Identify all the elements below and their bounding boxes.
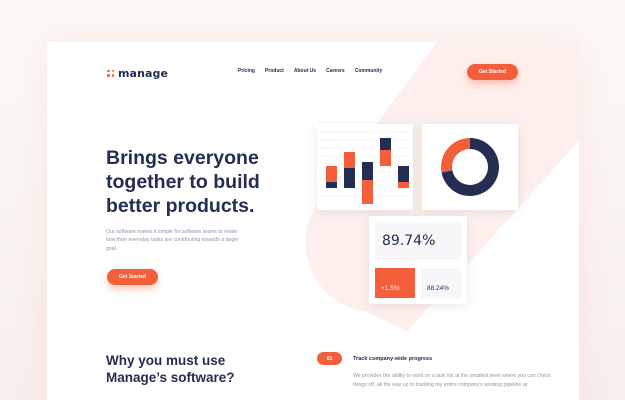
feature-description: We provides the ability to work on a tas…: [353, 373, 551, 388]
bar-segment: [362, 180, 373, 204]
bar-segment: [362, 162, 373, 180]
nav-link-pricing[interactable]: Pricing: [238, 68, 255, 74]
bar-segment: [398, 182, 409, 188]
why-title-line: Manage’s software?: [106, 370, 235, 385]
landing-page: manage Pricing Product About Us Careers …: [0, 0, 625, 400]
logo-text: manage: [118, 66, 169, 80]
stat-delta-value: +1.5%: [375, 268, 415, 298]
nav-link-about-us[interactable]: About Us: [294, 68, 316, 74]
nav-link-product[interactable]: Product: [265, 68, 284, 74]
stat-main-value: 89.74%: [375, 222, 461, 260]
hero-description: Our software makes it simple for softwar…: [106, 229, 239, 252]
hero-get-started-button[interactable]: Get Started: [107, 269, 158, 285]
bar-segment: [326, 182, 337, 188]
nav-link-careers[interactable]: Careers: [326, 68, 345, 74]
page-frame: manage Pricing Product About Us Careers …: [47, 42, 579, 400]
bar-chart-card: [317, 124, 413, 210]
stats-card: 89.74% +1.5% 88.24%: [369, 216, 467, 304]
stat-secondary-value: 88.24%: [421, 268, 461, 298]
bar-chart-illustration: [321, 131, 409, 204]
bar-segment: [344, 168, 355, 188]
nav-link-community[interactable]: Community: [355, 68, 383, 74]
donut-segment-secondary: [441, 138, 470, 173]
bar-segment: [380, 150, 391, 166]
logo[interactable]: manage: [107, 66, 168, 80]
header-get-started-button[interactable]: Get Started: [467, 64, 518, 80]
bar-segment: [326, 166, 337, 182]
feature-title: Track company-wide progress: [353, 356, 433, 362]
hero-title-line: better products.: [106, 195, 255, 217]
donut-chart-card: [422, 124, 518, 210]
bar-segment: [380, 138, 391, 150]
hero-title-line: together to build: [106, 171, 260, 193]
feature-number-badge: 01: [317, 352, 342, 365]
why-section-title: Why you must use Manage’s software?: [106, 352, 296, 386]
why-title-line: Why you must use: [106, 353, 226, 368]
bar-segment: [344, 152, 355, 168]
site-header: manage Pricing Product About Us Careers …: [47, 42, 579, 102]
donut-chart-illustration: [441, 138, 499, 196]
logo-icon: [107, 69, 114, 77]
hero-title-line: Brings everyone: [106, 147, 259, 169]
main-nav: Pricing Product About Us Careers Communi…: [238, 68, 382, 74]
hero-title: Brings everyone together to build better…: [106, 146, 296, 218]
bar-segment: [398, 166, 409, 182]
